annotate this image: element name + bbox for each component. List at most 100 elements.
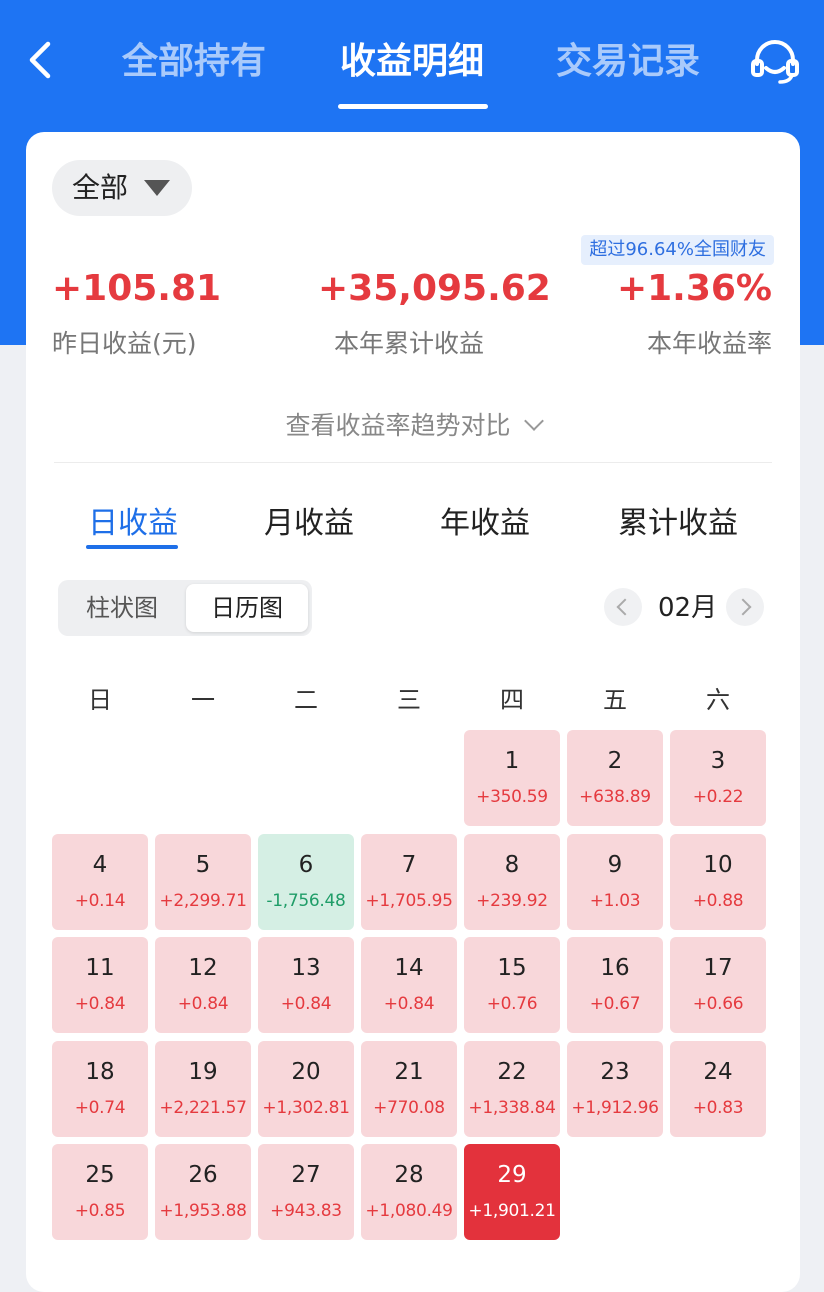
calendar-day-number: 17 xyxy=(703,955,733,981)
chevron-down-icon xyxy=(523,411,544,431)
tab-monthly-earnings[interactable]: 月收益 xyxy=(264,498,354,542)
calendar-day-number: 24 xyxy=(703,1058,733,1085)
calendar-day-number: 19 xyxy=(188,1058,218,1085)
calendar-day-earnings: +1,705.95 xyxy=(365,890,453,911)
earnings-calendar: 1 +350.59 2 +638.89 3 +0.22 4 +0.14 5 +2,299.71 6 -… xyxy=(52,730,768,1250)
previous-month-button[interactable] xyxy=(604,588,642,626)
calendar-day-cell[interactable]: 15 +0.76 xyxy=(464,937,560,1033)
calendar-day-cell[interactable]: 13 +0.84 xyxy=(258,937,354,1033)
calendar-day-number: 6 xyxy=(298,851,314,878)
calendar-day-cell[interactable]: 3 +0.22 xyxy=(670,730,766,826)
month-navigator: 02月 xyxy=(604,588,766,628)
calendar-day-earnings: +0.84 xyxy=(280,994,332,1014)
calendar-day-cell[interactable]: 12 +0.84 xyxy=(155,937,251,1033)
calendar-day-cell[interactable]: 22 +1,338.84 xyxy=(464,1040,560,1137)
calendar-day-cell[interactable]: 5 +2,299.71 xyxy=(155,833,251,930)
calendar-day-earnings: +0.84 xyxy=(74,994,126,1014)
calendar-day-number: 16 xyxy=(600,955,630,981)
next-month-button[interactable] xyxy=(726,588,764,626)
tab-earnings-detail[interactable]: 收益明细 xyxy=(340,34,484,90)
top-navigation: 全部持有 收益明细 交易记录 xyxy=(0,0,824,120)
calendar-day-cell[interactable]: 17 +0.66 xyxy=(670,937,766,1033)
tab-cumulative-earnings[interactable]: 累计收益 xyxy=(618,498,738,542)
calendar-day-number: 29 xyxy=(497,1162,527,1188)
caret-down-icon xyxy=(144,180,170,196)
calendar-day-earnings: +350.59 xyxy=(476,787,548,807)
calendar-day-earnings: +2,299.71 xyxy=(159,890,247,911)
calendar-day-cell[interactable]: 11 +0.84 xyxy=(52,937,148,1033)
calendar-day-earnings: +0.67 xyxy=(589,994,641,1014)
calendar-day-earnings: +1,901.21 xyxy=(468,1201,556,1221)
calendar-day-number: 7 xyxy=(401,851,417,878)
calendar-day-number: 22 xyxy=(497,1058,527,1085)
tab-all-holdings[interactable]: 全部持有 xyxy=(122,34,266,90)
rank-badge: 超过96.64%全国财友 xyxy=(581,235,774,265)
calendar-day-earnings: +0.85 xyxy=(74,1201,126,1221)
calendar-day-cell[interactable]: 2 +638.89 xyxy=(567,730,663,826)
calendar-day-earnings: +0.76 xyxy=(486,994,538,1014)
calendar-day-number: 21 xyxy=(394,1058,424,1085)
view-return-trend-button[interactable]: 查看收益率趋势对比 xyxy=(26,406,800,442)
calendar-day-cell[interactable]: 7 +1,705.95 xyxy=(361,833,457,930)
yesterday-earnings-value: +105.81 xyxy=(52,268,222,309)
calendar-day-cell[interactable]: 4 +0.14 xyxy=(52,833,148,930)
calendar-day-earnings: +1,080.49 xyxy=(365,1201,453,1221)
calendar-day-cell[interactable]: 6 -1,756.48 xyxy=(258,833,354,930)
calendar-day-earnings: +1.03 xyxy=(589,890,641,911)
calendar-day-number: 8 xyxy=(504,851,520,878)
tab-yearly-earnings[interactable]: 年收益 xyxy=(440,498,530,542)
calendar-day-cell[interactable]: 29 +1,901.21 xyxy=(464,1144,560,1240)
calendar-day-earnings: +1,953.88 xyxy=(159,1201,247,1221)
chevron-left-icon xyxy=(616,598,634,616)
calendar-day-cell[interactable]: 25 +0.85 xyxy=(52,1144,148,1240)
yesterday-earnings-label: 昨日收益(元) xyxy=(52,329,197,358)
back-button[interactable] xyxy=(22,36,62,84)
calendar-day-cell[interactable]: 20 +1,302.81 xyxy=(258,1040,354,1137)
calendar-day-earnings: +0.22 xyxy=(692,787,744,807)
chart-view-toggle: 柱状图 日历图 xyxy=(58,580,312,636)
account-filter-dropdown[interactable]: 全部 xyxy=(52,160,192,216)
calendar-day-cell[interactable]: 16 +0.67 xyxy=(567,937,663,1033)
year-return-rate-label: 本年收益率 xyxy=(646,329,772,358)
weekday-label: 一 xyxy=(191,686,215,714)
calendar-day-cell[interactable]: 8 +239.92 xyxy=(464,833,560,930)
calendar-day-number: 23 xyxy=(600,1058,630,1085)
calendar-day-cell[interactable]: 19 +2,221.57 xyxy=(155,1040,251,1137)
calendar-day-cell[interactable]: 24 +0.83 xyxy=(670,1040,766,1137)
tab-daily-earnings[interactable]: 日收益 xyxy=(88,498,178,542)
calendar-day-number: 28 xyxy=(394,1162,424,1188)
calendar-day-number: 10 xyxy=(703,851,733,878)
calendar-day-earnings: +0.88 xyxy=(692,890,744,911)
earnings-card: 全部 超过96.64%全国财友 +105.81 昨日收益(元) +35,095.… xyxy=(26,132,800,1292)
calendar-day-cell[interactable]: 27 +943.83 xyxy=(258,1144,354,1240)
weekday-label: 二 xyxy=(294,686,318,714)
calendar-day-cell[interactable]: 26 +1,953.88 xyxy=(155,1144,251,1240)
customer-service-button[interactable] xyxy=(748,34,802,88)
calendar-day-number: 3 xyxy=(710,748,726,774)
calendar-day-number: 27 xyxy=(291,1162,321,1188)
calendar-day-earnings: +1,912.96 xyxy=(571,1097,659,1118)
calendar-day-number: 12 xyxy=(188,955,218,981)
headset-icon xyxy=(751,40,799,84)
calendar-view-button[interactable]: 日历图 xyxy=(186,584,308,632)
year-return-rate-value: +1.36% xyxy=(616,268,772,309)
calendar-day-cell[interactable]: 9 +1.03 xyxy=(567,833,663,930)
tab-trade-records[interactable]: 交易记录 xyxy=(556,34,700,90)
calendar-day-earnings: +1,338.84 xyxy=(468,1097,556,1118)
calendar-day-cell[interactable]: 21 +770.08 xyxy=(361,1040,457,1137)
bar-chart-view-button[interactable]: 柱状图 xyxy=(62,584,182,632)
calendar-day-number: 1 xyxy=(504,748,520,774)
calendar-day-cell[interactable]: 10 +0.88 xyxy=(670,833,766,930)
trend-link-label: 查看收益率趋势对比 xyxy=(285,411,511,440)
calendar-day-cell[interactable]: 18 +0.74 xyxy=(52,1040,148,1137)
year-total-earnings-value: +35,095.62 xyxy=(318,268,551,309)
calendar-day-earnings: +770.08 xyxy=(373,1097,445,1118)
calendar-day-number: 9 xyxy=(607,851,623,878)
calendar-day-cell[interactable]: 23 +1,912.96 xyxy=(567,1040,663,1137)
weekday-label: 三 xyxy=(397,686,421,714)
calendar-day-cell[interactable]: 14 +0.84 xyxy=(361,937,457,1033)
calendar-day-number: 15 xyxy=(497,955,527,981)
calendar-day-cell[interactable]: 28 +1,080.49 xyxy=(361,1144,457,1240)
calendar-day-number: 5 xyxy=(195,851,211,878)
calendar-day-cell[interactable]: 1 +350.59 xyxy=(464,730,560,826)
